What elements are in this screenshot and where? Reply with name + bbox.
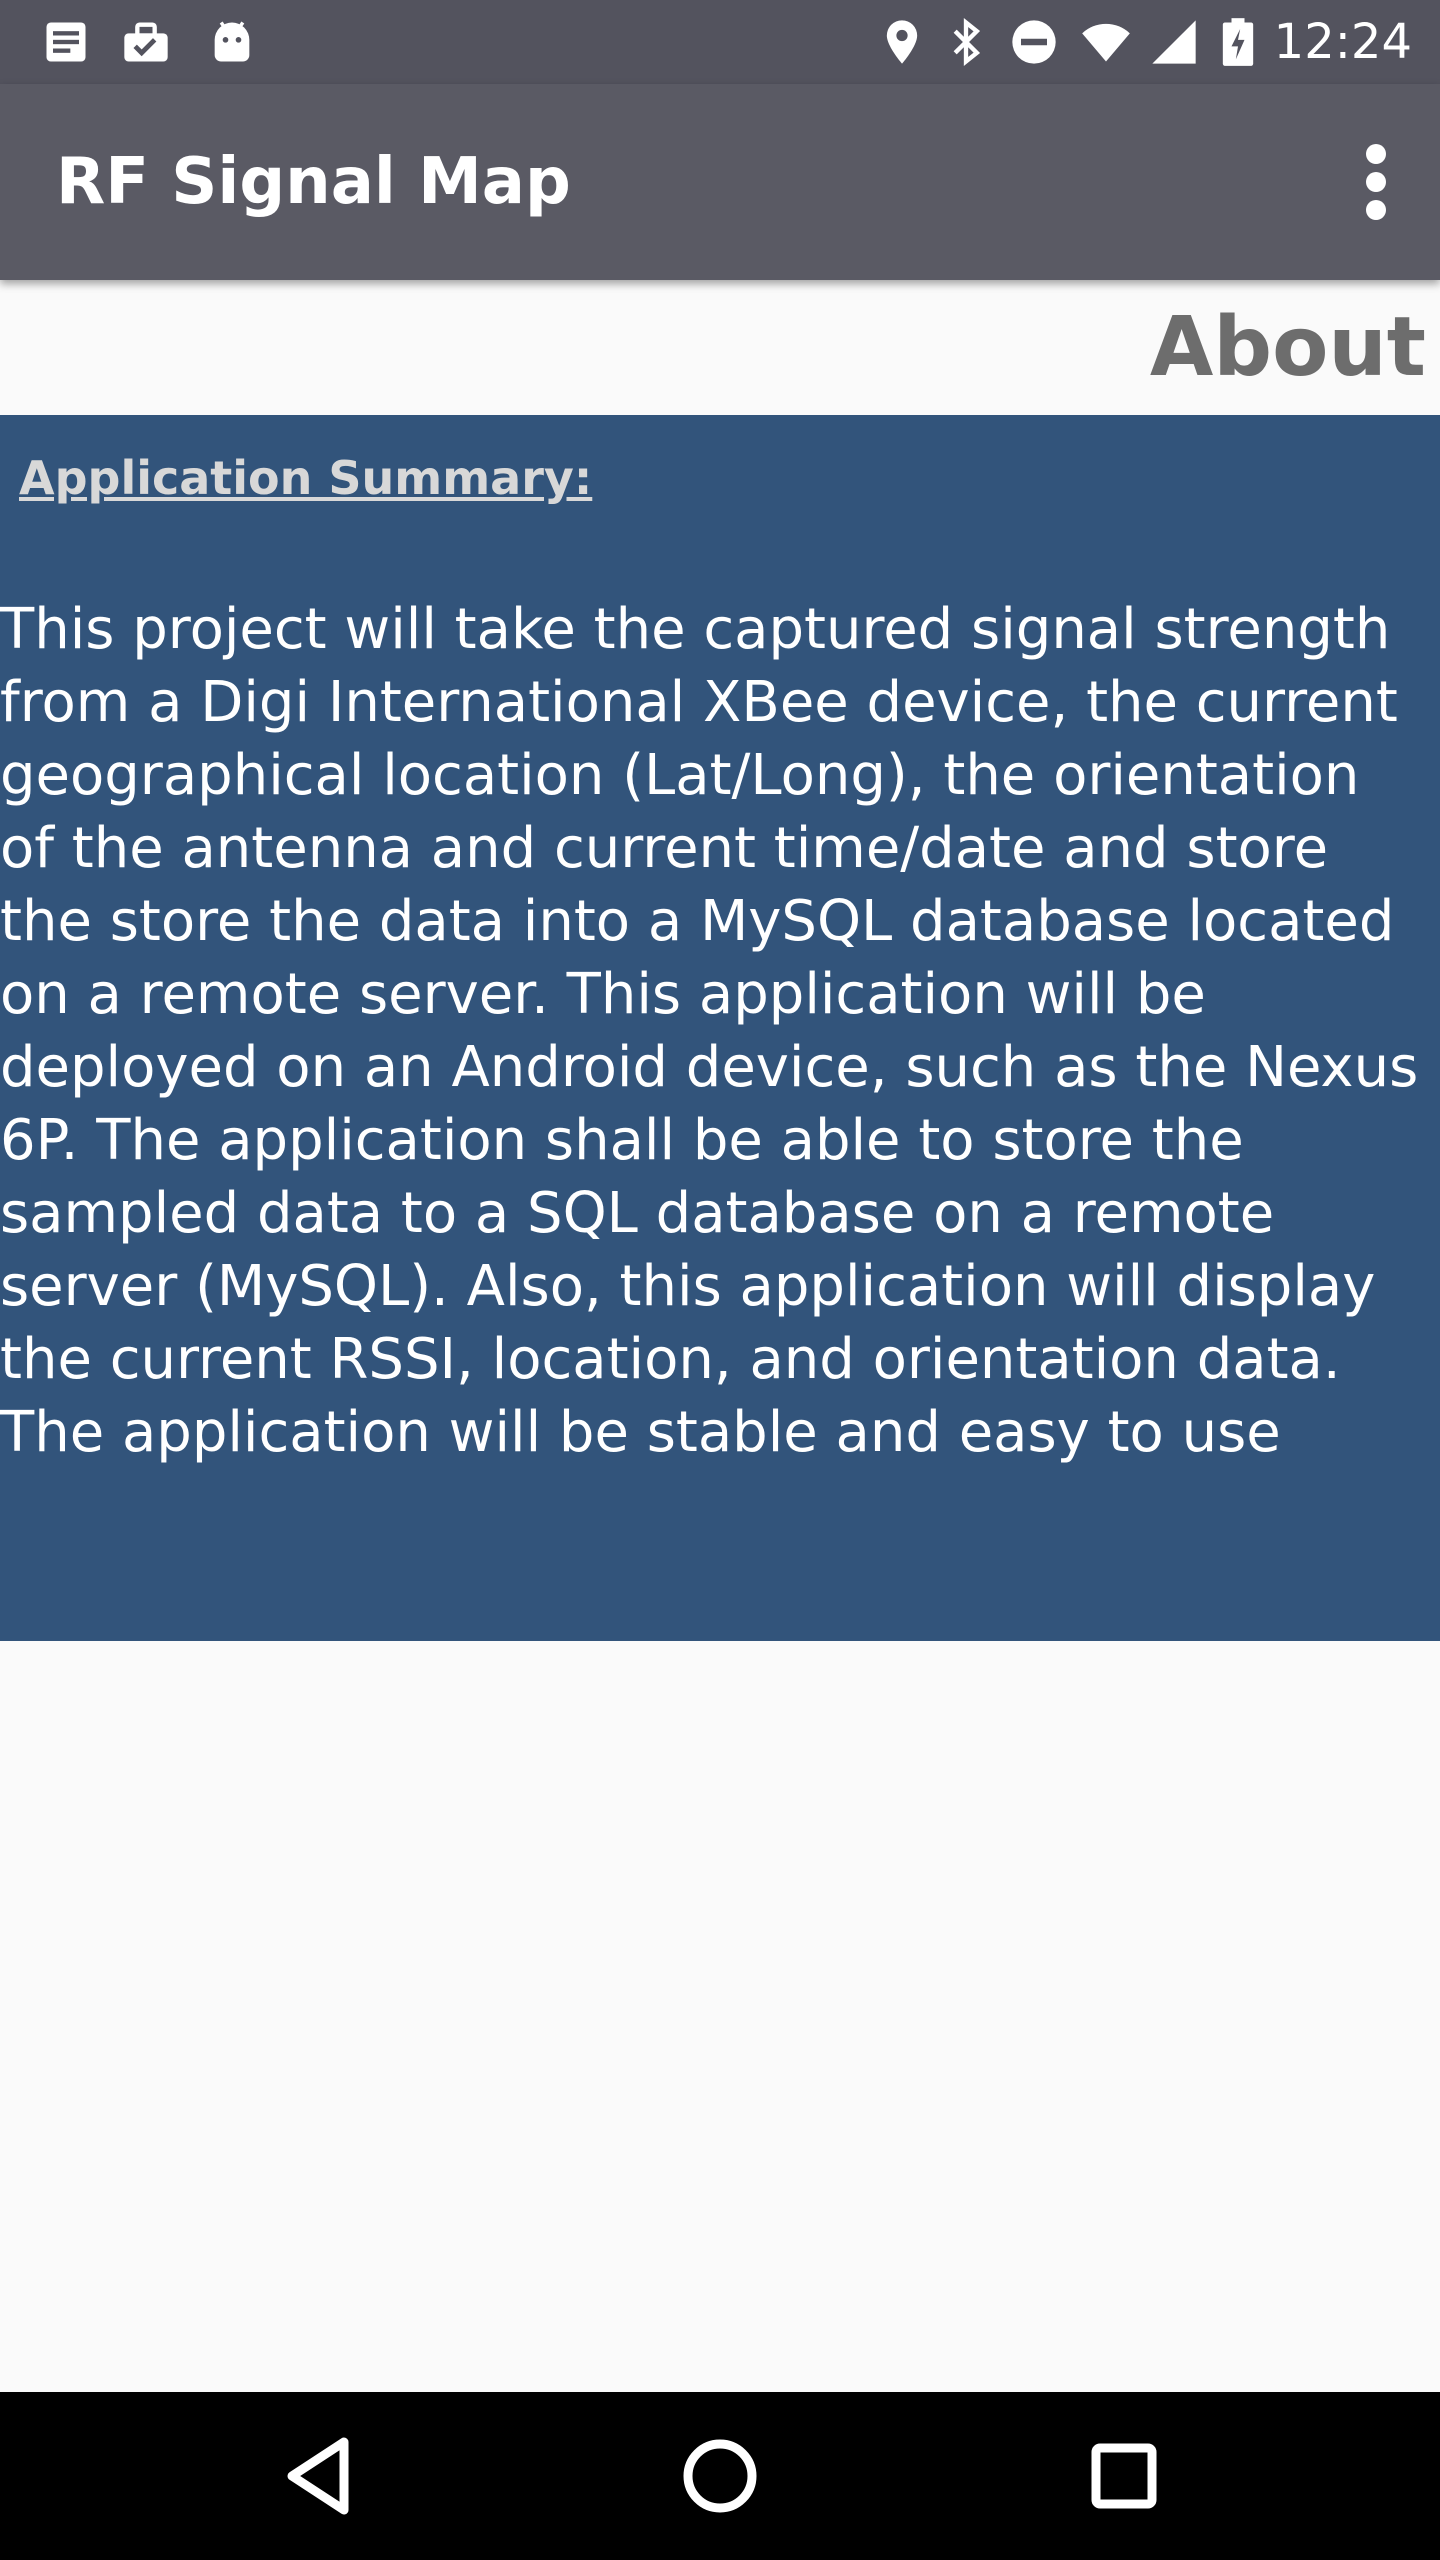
navigation-bar [0, 2392, 1440, 2560]
page-title: About [1149, 300, 1426, 395]
more-vert-icon[interactable] [1350, 142, 1402, 222]
signal-icon [1148, 16, 1200, 68]
location-icon [876, 16, 928, 68]
app-bar: RF Signal Map [0, 84, 1440, 280]
android-icon [206, 16, 258, 68]
briefcase-check-icon [120, 16, 172, 68]
notes-icon [40, 16, 92, 68]
summary-heading: Application Summary: [19, 451, 593, 505]
app-title: RF Signal Map [56, 145, 571, 219]
summary-body: This project will take the captured sign… [0, 597, 1419, 1465]
recents-icon[interactable] [1074, 2426, 1174, 2526]
status-clock: 12:24 [1273, 14, 1412, 70]
summary-panel: Application Summary: This project will t… [0, 415, 1440, 1641]
home-icon[interactable] [670, 2426, 770, 2526]
do-not-disturb-icon [1008, 16, 1060, 68]
battery-charging-icon [1218, 16, 1258, 68]
page-header: About [0, 280, 1440, 415]
status-bar: 12:24 [0, 0, 1440, 84]
bluetooth-icon [940, 16, 992, 68]
wifi-icon [1080, 16, 1132, 68]
back-icon[interactable] [268, 2426, 368, 2526]
